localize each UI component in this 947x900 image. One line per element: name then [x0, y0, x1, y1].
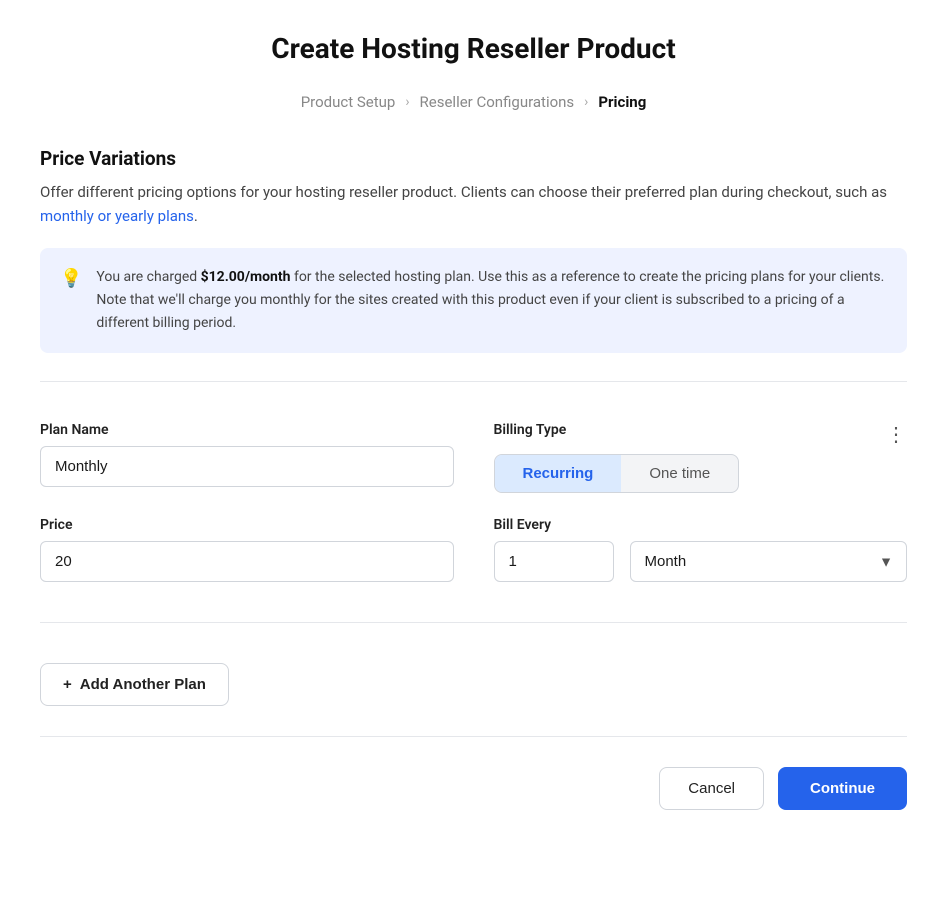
bill-every-number-group: Bill Every	[494, 517, 614, 582]
page-title: Create Hosting Reseller Product	[40, 32, 907, 65]
billing-toggle-group: Recurring One time	[494, 454, 740, 493]
bill-every-label: Bill Every	[494, 517, 614, 533]
add-plan-plus-icon: +	[63, 676, 72, 693]
divider-mid	[40, 622, 907, 623]
breadcrumb-reseller-config: Reseller Configurations	[420, 93, 575, 111]
plan-name-group: Plan Name	[40, 422, 454, 487]
section-title-price-variations: Price Variations	[40, 147, 907, 170]
breadcrumb-arrow-2: ›	[584, 94, 588, 110]
monthly-yearly-link[interactable]: monthly or yearly plans	[40, 207, 194, 225]
bill-every-unit-group: Day Week Month Year ▼	[630, 517, 908, 582]
bill-every-unit-select[interactable]: Day Week Month Year	[630, 541, 908, 582]
plan-name-label: Plan Name	[40, 422, 454, 438]
price-group: Price	[40, 517, 454, 582]
cancel-button[interactable]: Cancel	[659, 767, 764, 810]
bill-every-unit-label	[630, 517, 908, 533]
bill-every-number-input[interactable]	[494, 541, 614, 582]
price-input[interactable]	[40, 541, 454, 582]
toggle-recurring[interactable]: Recurring	[495, 455, 622, 492]
breadcrumb-product-setup: Product Setup	[301, 93, 396, 111]
add-another-plan-button[interactable]: + Add Another Plan	[40, 663, 229, 706]
billing-type-group: Billing Type ⋮ Recurring One time	[494, 422, 908, 493]
billing-type-label: Billing Type	[494, 422, 567, 438]
breadcrumb-arrow-1: ›	[405, 94, 409, 110]
continue-button[interactable]: Continue	[778, 767, 907, 810]
divider-top	[40, 381, 907, 382]
breadcrumb-pricing: Pricing	[598, 93, 646, 111]
bill-every-unit-select-wrapper: Day Week Month Year ▼	[630, 541, 908, 582]
price-label: Price	[40, 517, 454, 533]
plan-name-input[interactable]	[40, 446, 454, 487]
breadcrumb: Product Setup › Reseller Configurations …	[40, 93, 907, 111]
plan-top-row: Plan Name Billing Type ⋮ Recurring One t…	[40, 422, 907, 493]
section-description: Offer different pricing options for your…	[40, 180, 907, 228]
add-plan-label: Add Another Plan	[80, 676, 206, 693]
toggle-one-time[interactable]: One time	[621, 455, 738, 492]
info-box: 💡 You are charged $12.00/month for the s…	[40, 248, 907, 353]
bill-every-group: Bill Every Day Week Month Year ▼	[494, 517, 908, 582]
info-text: You are charged $12.00/month for the sel…	[96, 266, 887, 335]
bottom-actions: Cancel Continue	[40, 736, 907, 810]
plan-section: Plan Name Billing Type ⋮ Recurring One t…	[40, 402, 907, 602]
price-row: Price Bill Every Day Week Month Year	[40, 517, 907, 582]
info-icon: 💡	[60, 268, 82, 289]
three-dots-menu[interactable]: ⋮	[886, 424, 907, 444]
